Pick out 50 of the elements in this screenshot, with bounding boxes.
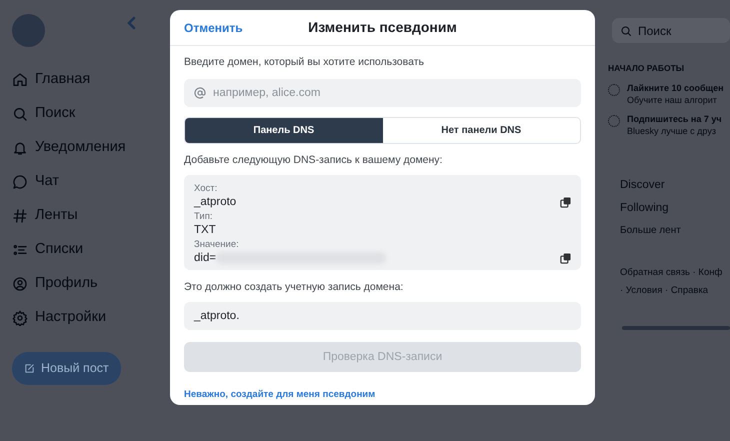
dialog-title: Изменить псевдоним [308,18,457,37]
chat-bubble-icon [12,174,28,190]
sidebar-nav-item[interactable]: Поиск [12,97,158,131]
feed-link[interactable]: Following [620,200,730,223]
compose-icon [24,362,35,374]
record-label: Значение: [194,238,240,250]
home-icon [12,72,28,88]
sidebar-nav-item[interactable]: Ленты [12,199,158,233]
feed-link[interactable]: Discover [620,176,730,200]
task-title: Подпишитесь на 7 уч [627,112,722,125]
record-value: did= [194,250,216,266]
record-value: _atproto [194,194,236,210]
task-subtitle: Обучите наш алгорит [627,94,718,106]
list-icon [12,242,28,258]
profile-icon [12,276,28,292]
search-icon [12,106,28,122]
gear-icon [12,310,28,326]
result-value: _atproto. [194,308,240,324]
new-post-button[interactable]: Новый пост [12,352,121,385]
footer-links[interactable]: Обратная связь · Конф [620,264,730,282]
instruction-text: Добавьте следующую DNS-запись к вашему домену: [184,152,444,168]
hash-icon [12,208,28,224]
copy-icon[interactable] [560,196,571,208]
progress-ring-icon [608,84,620,96]
sidebar-nav-item[interactable]: Настройки [12,301,158,335]
record-label: Тип: [194,210,214,222]
bell-icon [12,140,28,156]
instruction-text: Это должно создать учетную запись домена: [184,280,404,294]
progress-ring-icon [608,114,620,127]
sidebar-nav-item[interactable]: Списки [12,233,158,267]
section-heading: НАЧАЛО РАБОТЫ [608,62,686,75]
feed-link[interactable]: Больше лент [620,222,730,246]
search-field[interactable]: Поиск [612,18,730,43]
record-label: Хост: [194,182,218,194]
search-placeholder: Поиск [638,22,672,40]
fallback-link[interactable]: Неважно, создайте для меня псевдоним [184,389,376,400]
segment-tab[interactable]: Панель DNS [185,118,382,143]
record-value: TXT [194,222,216,238]
cancel-link[interactable]: Отменить [184,18,243,36]
copy-icon[interactable] [560,252,571,264]
field-label: Введите домен, который вы хотите использовать [184,55,425,70]
task-title: Лайкните 10 сообщен [627,82,724,94]
footer-links[interactable]: · Условия · Справка [620,282,730,300]
sidebar-nav-item[interactable]: Главная [12,63,158,97]
task-subtitle: Bluesky лучше с друз [627,124,717,137]
search-icon [620,24,632,36]
sidebar-nav-item[interactable]: Чат [12,165,158,199]
sidebar-nav-item[interactable]: Уведомления [12,131,158,165]
sidebar-nav-item[interactable]: Профиль [12,267,158,301]
domain-input-field[interactable]: например, alice.com [184,78,581,107]
